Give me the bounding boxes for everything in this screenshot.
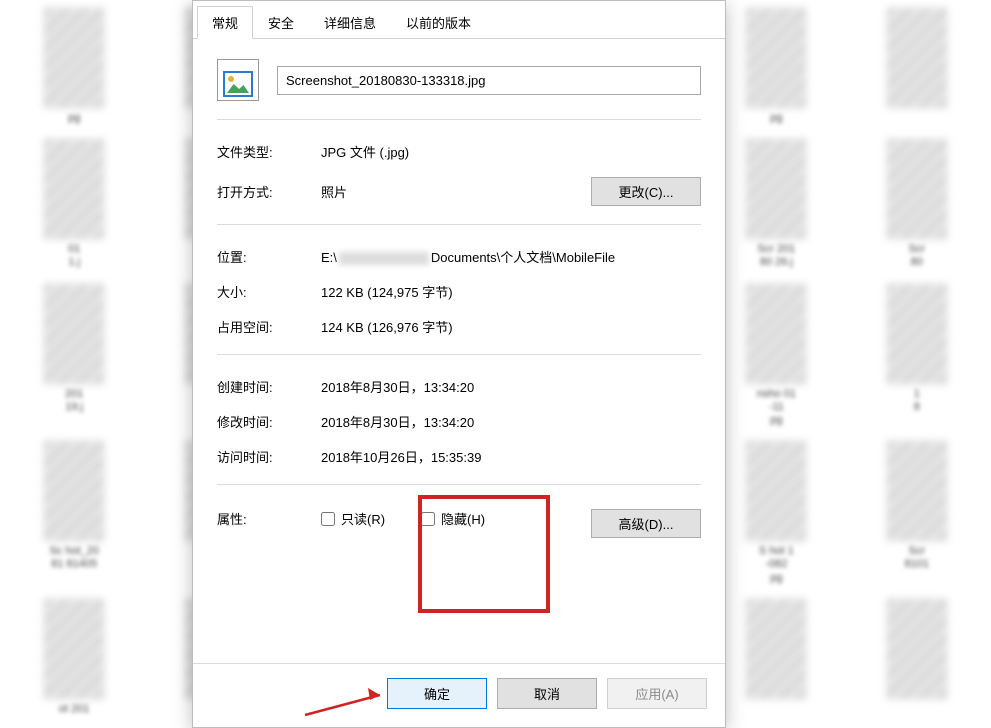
label-location: 位置: bbox=[217, 247, 313, 266]
change-button[interactable]: 更改(C)... bbox=[591, 177, 701, 206]
ok-button[interactable]: 确定 bbox=[387, 678, 487, 709]
checkbox-hidden-label: 隐藏(H) bbox=[441, 509, 485, 528]
checkbox-readonly[interactable]: 只读(R) bbox=[321, 509, 385, 528]
advanced-button[interactable]: 高级(D)... bbox=[591, 509, 701, 538]
file-thumbnail[interactable]: Scr 8101 bbox=[851, 441, 983, 589]
label-modified: 修改时间: bbox=[217, 412, 313, 431]
file-thumbnail[interactable] bbox=[710, 599, 842, 720]
value-size: 122 KB (124,975 字节) bbox=[321, 282, 701, 301]
label-file-type: 文件类型: bbox=[217, 142, 313, 161]
value-modified: 2018年8月30日，13:34:20 bbox=[321, 412, 701, 431]
label-open-with: 打开方式: bbox=[217, 182, 313, 201]
value-accessed: 2018年10月26日，15:35:39 bbox=[321, 447, 701, 466]
cancel-button[interactable]: 取消 bbox=[497, 678, 597, 709]
file-thumbnail[interactable]: Sc hot_20 81 81405 bbox=[8, 441, 140, 589]
file-thumbnail[interactable]: Scr 201 80 26.j bbox=[710, 139, 842, 273]
file-thumbnail[interactable]: pg bbox=[710, 8, 842, 129]
properties-dialog: 常规 安全 详细信息 以前的版本 文件类型: JPG 文件 (.jpg) 打开方… bbox=[192, 0, 726, 728]
label-accessed: 访问时间: bbox=[217, 447, 313, 466]
label-attributes: 属性: bbox=[217, 509, 313, 528]
separator bbox=[217, 119, 701, 120]
value-open-with: 照片 bbox=[321, 182, 583, 201]
file-thumbnail[interactable]: 1 8 bbox=[851, 284, 983, 432]
tab-security[interactable]: 安全 bbox=[253, 6, 309, 39]
file-thumbnail[interactable]: S hot 1 -082 pg bbox=[710, 441, 842, 589]
file-thumbnail[interactable]: 201 19.j bbox=[8, 284, 140, 432]
apply-button[interactable]: 应用(A) bbox=[607, 678, 707, 709]
file-thumbnail[interactable]: pg bbox=[8, 8, 140, 129]
value-location: E:\Documents\个人文档\MobileFile bbox=[321, 247, 701, 266]
label-size: 大小: bbox=[217, 282, 313, 301]
value-file-type: JPG 文件 (.jpg) bbox=[321, 142, 701, 161]
label-created: 创建时间: bbox=[217, 377, 313, 396]
value-size-on-disk: 124 KB (126,976 字节) bbox=[321, 317, 701, 336]
tabs-bar: 常规 安全 详细信息 以前的版本 bbox=[193, 1, 725, 39]
checkbox-hidden-input[interactable] bbox=[421, 512, 435, 526]
file-thumbnail[interactable]: nsho 01 -11 pg bbox=[710, 284, 842, 432]
tab-general[interactable]: 常规 bbox=[197, 6, 253, 39]
dialog-content: 文件类型: JPG 文件 (.jpg) 打开方式: 照片 更改(C)... 位置… bbox=[193, 39, 725, 663]
tab-details[interactable]: 详细信息 bbox=[309, 6, 391, 39]
file-thumbnail[interactable] bbox=[851, 8, 983, 129]
checkbox-hidden[interactable]: 隐藏(H) bbox=[421, 509, 485, 528]
file-thumbnail[interactable]: ot 201 bbox=[8, 599, 140, 720]
label-size-on-disk: 占用空间: bbox=[217, 317, 313, 336]
filename-input[interactable] bbox=[277, 66, 701, 95]
checkbox-readonly-input[interactable] bbox=[321, 512, 335, 526]
file-thumbnail[interactable]: Scr 80 bbox=[851, 139, 983, 273]
separator bbox=[217, 224, 701, 225]
checkbox-readonly-label: 只读(R) bbox=[341, 509, 385, 528]
file-thumbnail[interactable] bbox=[851, 599, 983, 720]
separator bbox=[217, 484, 701, 485]
tab-previous-versions[interactable]: 以前的版本 bbox=[391, 6, 486, 39]
separator bbox=[217, 354, 701, 355]
value-created: 2018年8月30日，13:34:20 bbox=[321, 377, 701, 396]
file-type-icon bbox=[217, 59, 259, 101]
dialog-footer: 确定 取消 应用(A) bbox=[193, 663, 725, 727]
file-thumbnail[interactable]: 01 1.j bbox=[8, 139, 140, 273]
